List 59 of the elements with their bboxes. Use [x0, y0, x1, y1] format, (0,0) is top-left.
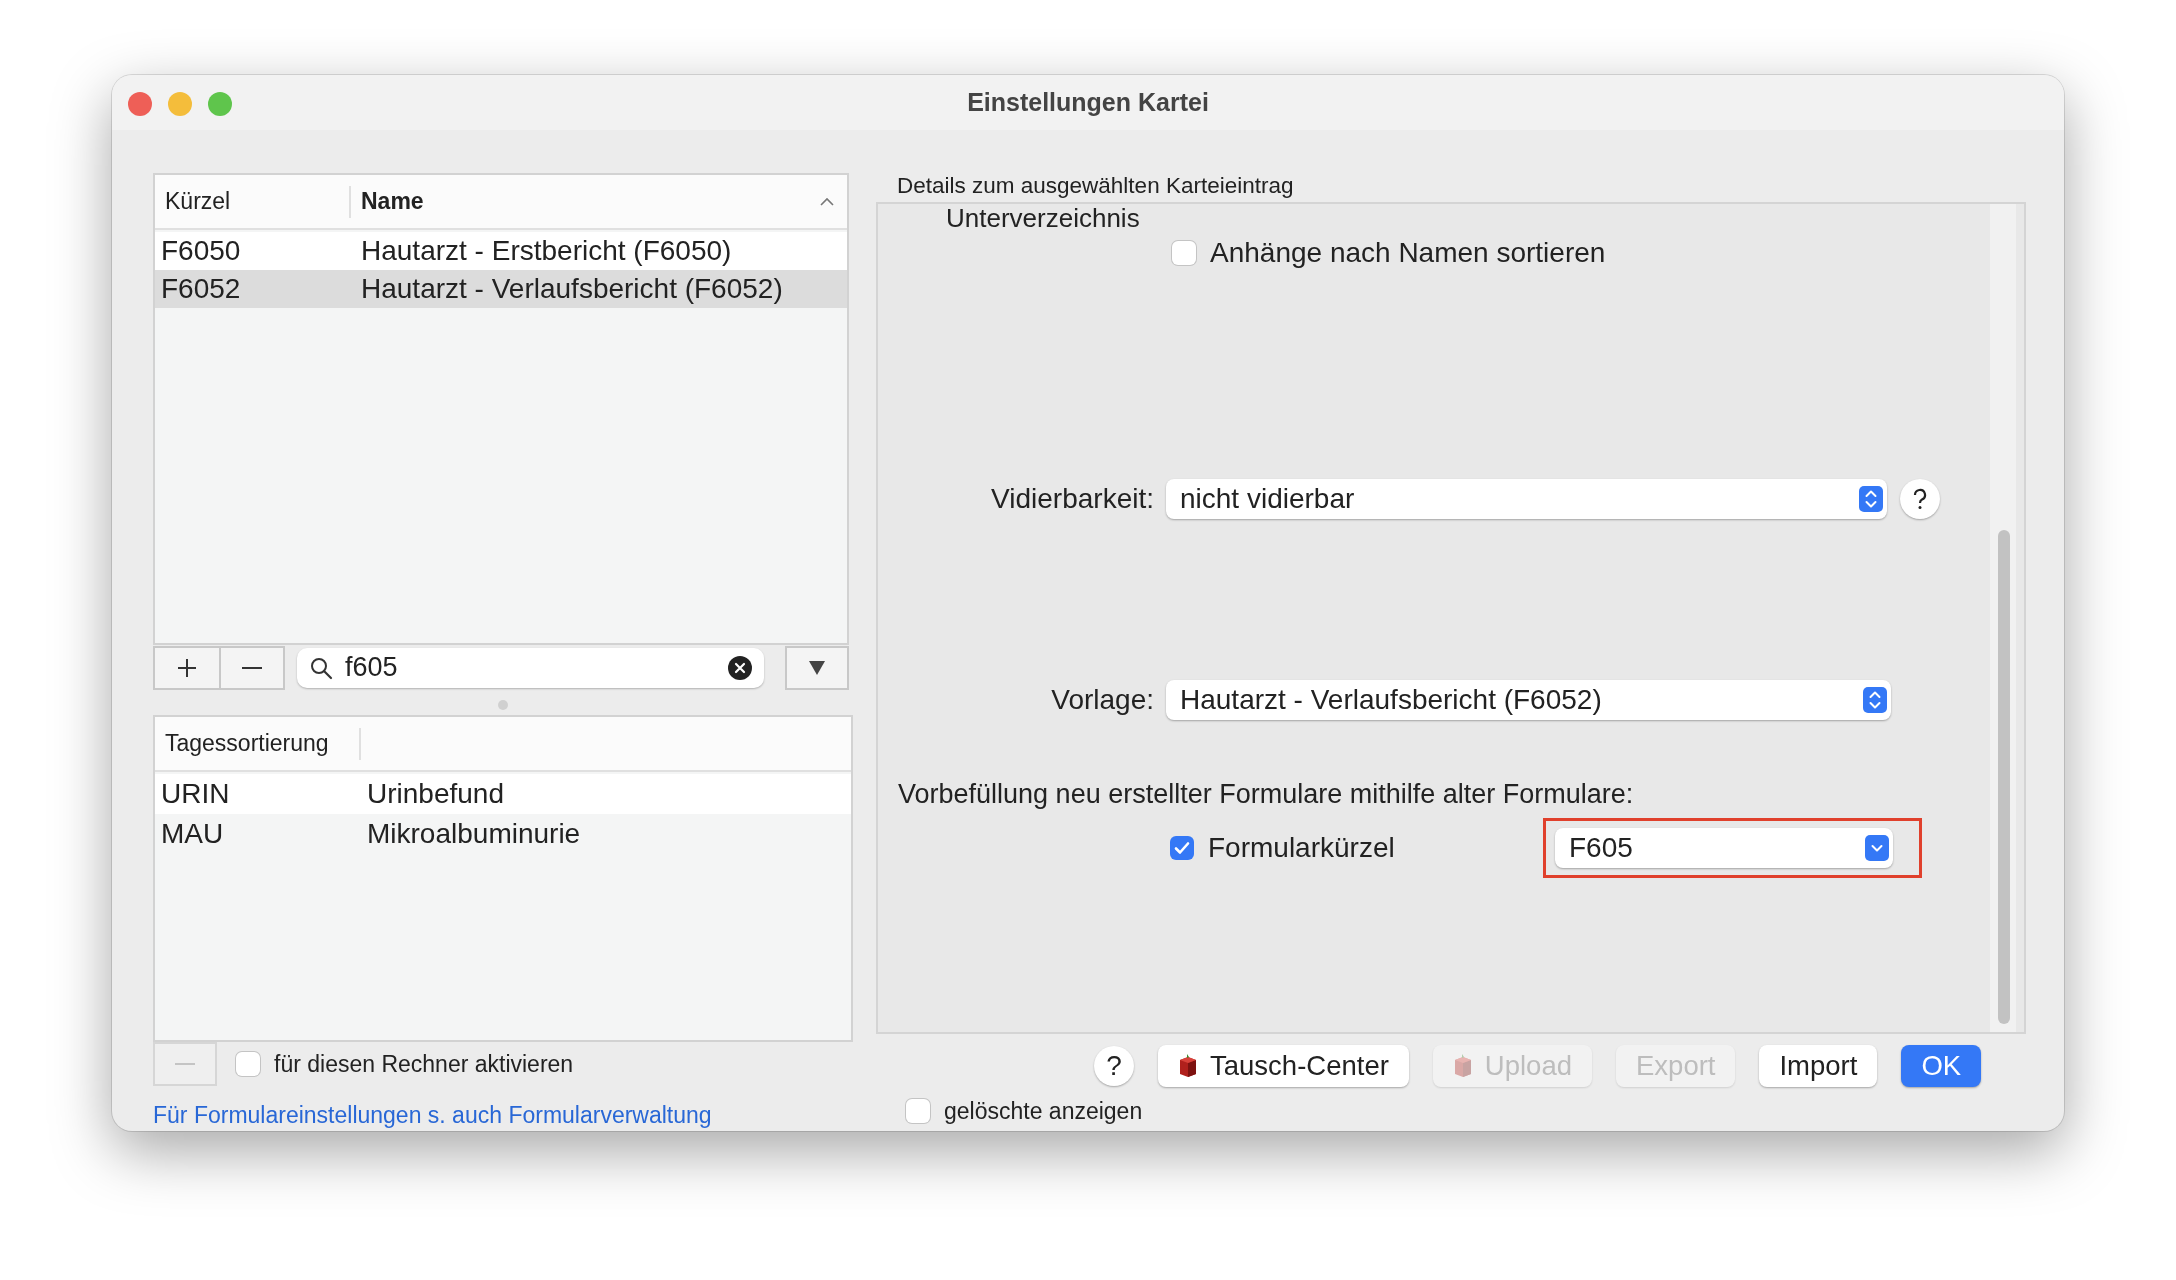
checkbox[interactable] [1170, 836, 1194, 860]
minimize-button[interactable] [168, 92, 192, 116]
select-field[interactable]: Hautarzt - Verlaufsbericht (F6052) [1166, 680, 1891, 720]
triangle-icon [808, 659, 826, 676]
filter-button[interactable] [785, 645, 849, 690]
table-cell-text: F6050 [160, 235, 242, 267]
cube-icon [1452, 1054, 1473, 1078]
add-button[interactable] [155, 647, 219, 688]
column-header[interactable]: Tagessortierung [155, 727, 361, 760]
table-row[interactable]: MAU Mikroalbuminurie [155, 814, 851, 854]
toolbar-button[interactable]: Tausch-Center [1158, 1045, 1409, 1087]
checkbox[interactable] [906, 1099, 930, 1123]
section-title: Details zum ausgewählten Karteieintrag [897, 173, 1295, 200]
table-row[interactable]: F6050 Hautarzt - Erstbericht (F6050) [155, 232, 847, 270]
help-button[interactable]: ? [1094, 1046, 1134, 1086]
table-cell-text: URIN [160, 778, 231, 810]
field-label: Vorlage: [1050, 684, 1154, 716]
plus-icon [176, 656, 198, 679]
minus-icon [175, 1063, 195, 1065]
field-label: Vidierbarkeit: [990, 483, 1154, 515]
column-header[interactable]: Name [351, 185, 847, 218]
stepper-icon [1859, 486, 1883, 512]
cube-icon [1178, 1054, 1198, 1078]
dropdown-chevron-icon [1865, 835, 1889, 861]
table-row[interactable]: URIN Urinbefund [155, 774, 851, 814]
sort-chevron-icon [819, 196, 835, 207]
scrollbar-thumb[interactable] [1998, 530, 2010, 1024]
clear-icon[interactable] [728, 655, 752, 680]
question-mark-icon [1913, 488, 1927, 510]
close-button[interactable] [128, 92, 152, 116]
minus-icon [242, 666, 262, 669]
splitter-handle[interactable] [498, 700, 508, 710]
table-cell-text: F6052 [160, 273, 242, 305]
checkbox-label: Formularkürzel [1208, 832, 1395, 864]
dropdown-field[interactable]: F605 [1555, 828, 1893, 868]
section-label: Unterverzeichnis [946, 204, 1141, 232]
section-label: Vorbefüllung neu erstellter Formulare mithilfe alter Formulare: [898, 779, 1635, 810]
column-header[interactable]: Kürzel [155, 185, 351, 218]
window-title: Einstellungen Kartei [967, 88, 1209, 117]
toolbar-button[interactable]: Import [1759, 1045, 1878, 1087]
checkbox[interactable] [236, 1052, 260, 1076]
table-row[interactable]: F6052 Hautarzt - Verlaufsbericht (F6052) [155, 270, 847, 308]
checkbox-label: für diesen Rechner aktivieren [274, 1050, 574, 1078]
help-button[interactable] [1900, 479, 1940, 519]
select-field[interactable]: nicht vidierbar [1166, 479, 1887, 519]
table-cell-text: MAU [160, 818, 225, 850]
link[interactable]: Für Formulareinstellungen s. auch Formularverwaltung [153, 1102, 853, 1129]
table-cell-text: Hautarzt - Verlaufsbericht (F6052) [360, 273, 784, 305]
table-cell-text: Urinbefund [366, 778, 505, 810]
checkbox-label: gelöschte anzeigen [944, 1097, 1143, 1125]
table-cell-text: Mikroalbuminurie [366, 818, 582, 850]
table-cell-text: Hautarzt - Erstbericht (F6050) [360, 235, 733, 267]
search-icon [309, 655, 333, 680]
search-field[interactable]: f605 [297, 647, 764, 688]
checkbox-label: Anhänge nach Namen sortieren [1210, 237, 1606, 269]
ok-button[interactable]: OK [1901, 1045, 1982, 1087]
checkbox[interactable] [1172, 241, 1196, 265]
zoom-button[interactable] [208, 92, 232, 116]
stepper-icon [1863, 687, 1887, 713]
